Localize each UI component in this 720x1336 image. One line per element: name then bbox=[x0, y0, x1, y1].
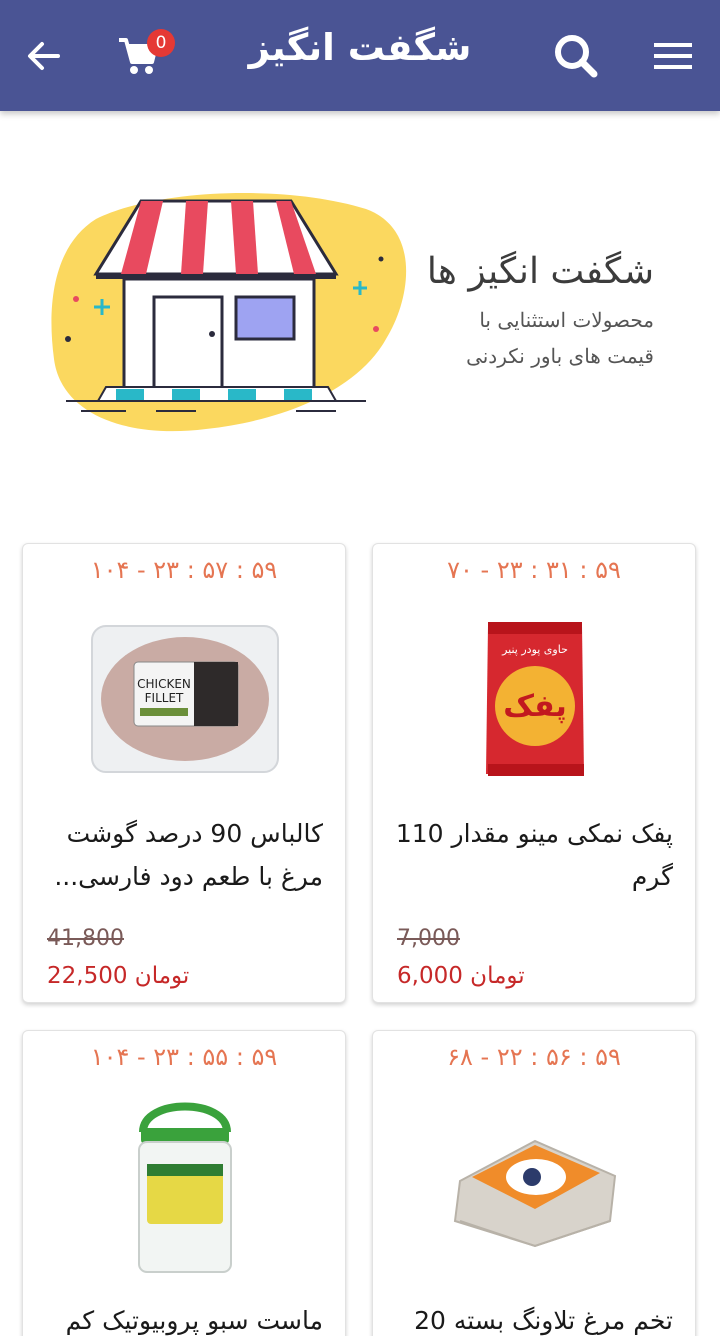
old-price: 41,800 bbox=[47, 926, 124, 951]
product-name: تخم مرغ تلاونگ بسته 20 bbox=[414, 1306, 673, 1335]
app-bar: 0 شگفت انگیز bbox=[0, 0, 720, 111]
product-card[interactable]: ۱۰۴ - ۲۳ : ۵۵ : ۵۹ ماست سبو پروبیوتیک کم bbox=[22, 1030, 346, 1336]
price: 6,000 تومان bbox=[397, 963, 525, 989]
price-value: 6,000 bbox=[397, 963, 463, 989]
svg-text:پفک: پفک bbox=[503, 689, 567, 724]
menu-button[interactable] bbox=[643, 26, 703, 86]
countdown-timer: ۱۰۴ - ۲۳ : ۵۵ : ۵۹ bbox=[90, 1043, 278, 1071]
countdown-timer: ۷۰ - ۲۳ : ۳۱ : ۵۹ bbox=[447, 556, 621, 584]
product-image: حاوی پودر پنیر پفک bbox=[413, 604, 657, 794]
price-value: 22,500 bbox=[47, 963, 128, 989]
product-image bbox=[63, 1091, 307, 1281]
product-name: کالباس 90 درصد گوشت مرغ با طعم دود فارسی… bbox=[54, 819, 323, 891]
search-button[interactable] bbox=[546, 26, 606, 86]
puffs-bag-image: حاوی پودر پنیر پفک bbox=[486, 622, 584, 776]
shop-illustration bbox=[51, 192, 407, 432]
svg-text:CHICKEN: CHICKEN bbox=[137, 677, 191, 691]
product-card[interactable]: ۶۸ - ۲۲ : ۵۶ : ۵۹ تخم مرغ تلاونگ بسته 20 bbox=[372, 1030, 696, 1336]
search-icon bbox=[555, 35, 598, 78]
countdown-timer: ۶۸ - ۲۲ : ۵۶ : ۵۹ bbox=[447, 1043, 621, 1071]
product-name: پفک نمکی مینو مقدار 110 گرم bbox=[395, 819, 673, 891]
egg-tray-image bbox=[453, 1139, 617, 1248]
price: 22,500 تومان bbox=[47, 963, 189, 989]
menu-icon bbox=[654, 43, 692, 69]
svg-text:FILLET: FILLET bbox=[145, 691, 184, 705]
chicken-fillet-image: CHICKEN FILLET bbox=[91, 625, 279, 773]
page-title: شگفت انگیز bbox=[248, 26, 472, 69]
product-image bbox=[413, 1091, 657, 1281]
product-name: ماست سبو پروبیوتیک کم bbox=[65, 1306, 323, 1335]
countdown-timer: ۱۰۴ - ۲۳ : ۵۷ : ۵۹ bbox=[90, 556, 278, 584]
banner-subtitle-line-1: محصولات استثنایی با bbox=[479, 308, 654, 332]
yogurt-jug-image bbox=[138, 1102, 232, 1273]
product-card[interactable]: ۷۰ - ۲۳ : ۳۱ : ۵۹ حاوی پودر پنیر پفک پفک… bbox=[372, 543, 696, 1003]
banner-subtitle-line-2: قیمت های باور نکردنی bbox=[466, 344, 654, 368]
product-image: CHICKEN FILLET bbox=[63, 604, 307, 794]
banner-text: شگفت انگیز ها محصولات استثنایی با قیمت ه… bbox=[427, 251, 654, 368]
old-price: 7,000 bbox=[397, 926, 460, 951]
banner-title: شگفت انگیز ها bbox=[426, 251, 654, 292]
currency-label: تومان bbox=[470, 963, 525, 989]
promo-banner: شگفت انگیز ها محصولات استثنایی با قیمت ه… bbox=[0, 111, 720, 531]
product-card[interactable]: ۱۰۴ - ۲۳ : ۵۷ : ۵۹ CHICKEN FILLET کالباس… bbox=[22, 543, 346, 1003]
currency-label: تومان bbox=[134, 963, 190, 989]
svg-text:حاوی پودر پنیر: حاوی پودر پنیر bbox=[501, 643, 568, 656]
